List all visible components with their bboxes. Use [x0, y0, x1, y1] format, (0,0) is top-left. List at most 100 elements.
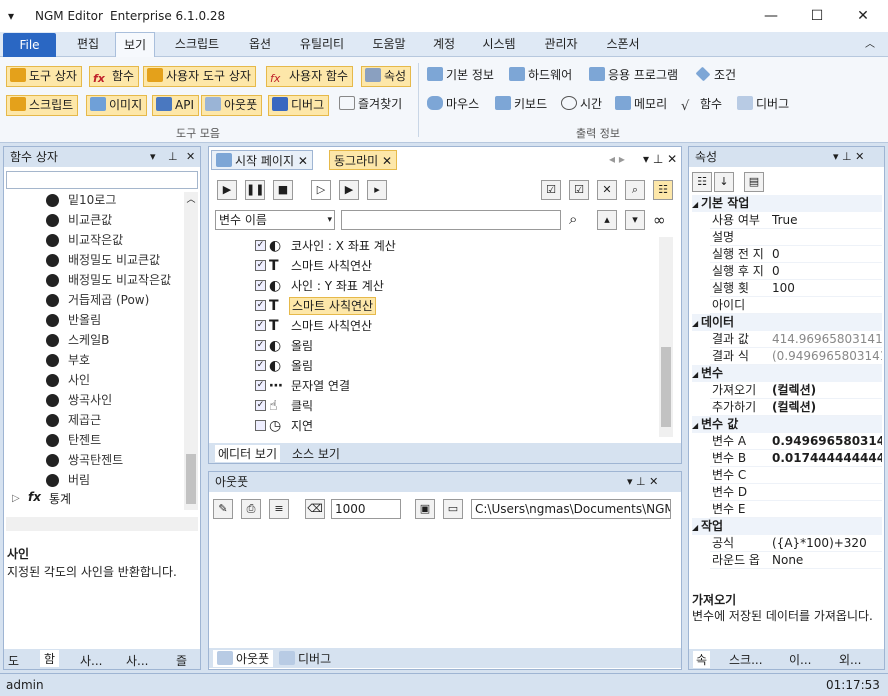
properties-button[interactable]: 속성 [361, 66, 412, 87]
property-row[interactable]: 변수 C [710, 467, 882, 484]
property-value[interactable]: 100 [772, 280, 882, 297]
save-icon[interactable]: ▣ [415, 499, 435, 519]
sort-az-icon[interactable]: ↓ [714, 172, 734, 192]
function-item[interactable]: 제곱근 [68, 410, 101, 430]
property-value[interactable]: None [772, 552, 882, 569]
action-row[interactable]: ✓ ◐ 올림 [213, 356, 653, 376]
property-row[interactable]: 라운드 옵 None [710, 552, 882, 569]
action-row[interactable]: ✓ ◐ 코사인 : X 좌표 계산 [213, 236, 653, 256]
collapse-icon[interactable]: ◢ [692, 319, 701, 328]
search-icon[interactable]: ⌕ [569, 210, 577, 228]
property-value[interactable]: (0.949696580314184* [772, 348, 882, 365]
function-item[interactable]: 부호 [68, 350, 90, 370]
system-menu-icon[interactable]: ▾ [8, 9, 14, 23]
action-row[interactable]: ✓ T 스마트 사칙연산 [213, 256, 653, 276]
function-item[interactable]: 스케일B [68, 330, 109, 350]
find-button[interactable]: ⌕ [625, 180, 645, 200]
property-value[interactable]: (컬렉션) [772, 399, 882, 416]
output-button[interactable]: 아웃풋 [201, 95, 263, 116]
collapse-icon[interactable]: ◢ [692, 523, 701, 532]
property-value[interactable]: (컬렉션) [772, 382, 882, 399]
action-row[interactable]: ✓ ◐ 올림 [213, 336, 653, 356]
tab-start-page[interactable]: 시작 페이지 ✕ [211, 150, 313, 170]
pause-button[interactable]: ❚❚ [245, 180, 265, 200]
tab-script[interactable]: 스크... [729, 651, 763, 668]
tab-image[interactable]: 이... [789, 651, 811, 668]
memory-button[interactable]: 메모리 [612, 95, 671, 116]
function-item[interactable]: 쌍곡사인 [68, 390, 112, 410]
property-row[interactable]: 변수 E [710, 501, 882, 518]
action-row[interactable]: ✓ ⋯ 문자열 연결 [213, 376, 653, 396]
ribbon-function-button[interactable]: √ 함수 [678, 95, 726, 116]
function-button[interactable]: fx 함수 [89, 66, 140, 87]
property-row[interactable]: 변수 A 0.949696580314184 [710, 433, 882, 450]
function-item[interactable]: 비교작은값 [68, 230, 123, 250]
tab-circle[interactable]: 동그라미 ✕ [329, 150, 398, 170]
collapse-icon[interactable]: ◢ [692, 370, 701, 379]
property-value[interactable]: 0 [772, 263, 882, 280]
editor-scrollbar[interactable] [659, 237, 673, 437]
property-category[interactable]: ◢ 변수 값 [692, 416, 882, 433]
time-button[interactable]: 시간 [558, 95, 606, 116]
function-item[interactable]: 사인 [68, 370, 90, 390]
minimize-button[interactable]: — [748, 0, 794, 32]
editor-menu-icon[interactable]: ▾ ⊥ ✕ [643, 152, 677, 166]
output-pane-controls[interactable]: ▾ ⊥ ✕ [627, 472, 658, 492]
action-row[interactable]: ✓ ◐ 사인 : Y 좌표 계산 [213, 276, 653, 296]
output-export-icon[interactable]: ⎙ [241, 499, 261, 519]
user-toolbox-button[interactable]: 사용자 도구 상자 [143, 66, 256, 87]
function-item[interactable]: 거듭제곱 (Pow) [68, 290, 149, 310]
condition-button[interactable]: 조건 [692, 66, 740, 87]
run-button[interactable]: ▶ [217, 180, 237, 200]
function-item[interactable]: 배정밀도 비교큰값 [68, 250, 160, 270]
action-row[interactable]: ✓ T 스마트 사칙연산 [213, 296, 653, 316]
eraser-icon[interactable]: ⌫ [305, 499, 325, 519]
tab-external[interactable]: 외... [839, 651, 861, 668]
property-value[interactable]: 0.017444444444444 [772, 450, 882, 467]
action-row[interactable]: ✓ T 스마트 사칙연산 [213, 316, 653, 336]
action-enabled-checkbox[interactable]: ✓ [255, 320, 266, 331]
check-all-button[interactable]: ☑ [541, 180, 561, 200]
property-row[interactable]: 사용 여부 True [710, 212, 882, 229]
tab-user-function[interactable]: 사... [126, 652, 148, 669]
tab-properties[interactable]: 속 [693, 651, 711, 668]
collapse-ribbon-icon[interactable]: ︿ [860, 32, 880, 57]
debug-button[interactable]: 디버그 [268, 95, 330, 116]
action-enabled-checkbox[interactable] [255, 420, 266, 431]
property-row[interactable]: 결과 식 (0.949696580314184* [710, 348, 882, 365]
property-row[interactable]: 실행 횟 100 [710, 280, 882, 297]
tab-function[interactable]: 함 [40, 650, 60, 667]
tree-view-button[interactable]: ☷ [653, 180, 673, 200]
property-value[interactable]: 0 [772, 246, 882, 263]
property-category[interactable]: ◢ 변수 [692, 365, 882, 382]
folder-icon[interactable]: ▭ [443, 499, 463, 519]
property-row[interactable]: 결과 값 414.969658031418420 [710, 331, 882, 348]
mouse-button[interactable]: 마우스 [424, 95, 483, 116]
action-enabled-checkbox[interactable]: ✓ [255, 240, 266, 251]
variable-combo[interactable]: 변수 이름 ▾ [215, 210, 335, 230]
menu-account[interactable]: 계정 [424, 32, 464, 57]
menu-edit[interactable]: 편집 [68, 32, 108, 57]
tab-scroll-icon[interactable]: ◂ ▸ [609, 152, 625, 166]
action-enabled-checkbox[interactable]: ✓ [255, 280, 266, 291]
property-pages-icon[interactable]: ▤ [744, 172, 764, 192]
category-stats[interactable]: 통계 [49, 490, 71, 507]
property-value[interactable]: 0.949696580314184 [772, 433, 882, 450]
image-button[interactable]: 이미지 [86, 95, 148, 116]
favorites-button[interactable]: 즐겨찾기 [336, 95, 406, 116]
applications-button[interactable]: 응용 프로그램 [586, 66, 682, 87]
function-search-input[interactable] [6, 171, 198, 189]
property-row[interactable]: 가져오기 (컬렉션) [710, 382, 882, 399]
function-item[interactable]: 반올림 [68, 310, 101, 330]
tab-source-view[interactable]: 소스 보기 [289, 445, 343, 462]
toolbox-button[interactable]: 도구 상자 [6, 66, 82, 87]
action-enabled-checkbox[interactable]: ✓ [255, 260, 266, 271]
step-button[interactable]: ▷ [311, 180, 331, 200]
property-row[interactable]: 실행 후 지 0 [710, 263, 882, 280]
property-row[interactable]: 추가하기 (컬렉션) [710, 399, 882, 416]
function-item[interactable]: 쌍곡탄젠트 [68, 450, 123, 470]
function-item[interactable]: 밑10로그 [68, 190, 116, 210]
tab-user-toolbox[interactable]: 사... [80, 652, 102, 669]
run-from-button[interactable]: ▸ [367, 180, 387, 200]
keyboard-button[interactable]: 키보드 [492, 95, 551, 116]
